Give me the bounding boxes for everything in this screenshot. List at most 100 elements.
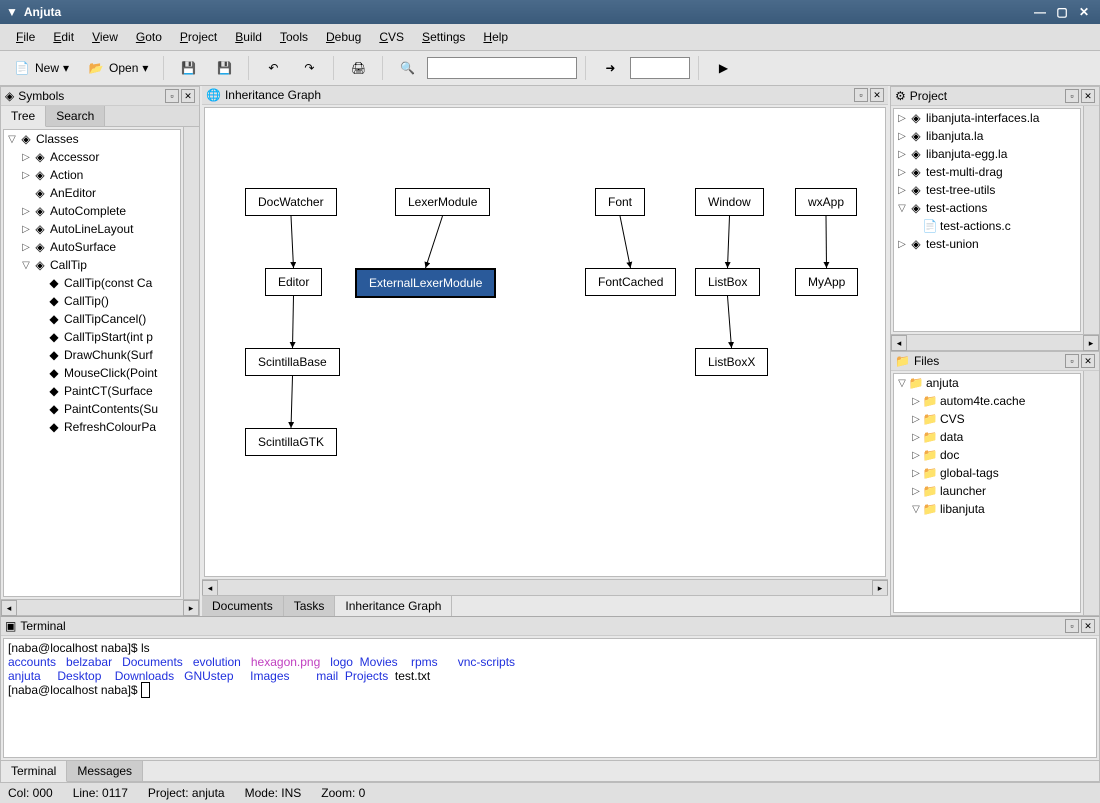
expander-icon[interactable]: ▷ xyxy=(20,242,32,253)
expander-icon[interactable]: ▷ xyxy=(910,396,922,407)
expander-icon[interactable]: ▷ xyxy=(20,224,32,235)
scrollbar-horizontal[interactable]: ◂▸ xyxy=(891,334,1099,350)
tab-tree[interactable]: Tree xyxy=(1,106,46,127)
tab-messages[interactable]: Messages xyxy=(67,761,143,781)
inheritance-graph[interactable]: DocWatcherLexerModuleFontWindowwxAppEdit… xyxy=(204,107,886,577)
tree-item[interactable]: ◆CallTip(const Ca xyxy=(4,274,180,292)
expander-icon[interactable]: ▷ xyxy=(20,170,32,181)
goto-button[interactable]: ➜ xyxy=(594,55,626,81)
tree-item[interactable]: ▽📁anjuta xyxy=(894,374,1080,392)
tree-item[interactable]: ▷◈Action xyxy=(4,166,180,184)
tree-item[interactable]: ◆RefreshColourPa xyxy=(4,418,180,436)
scroll-right-icon[interactable]: ▸ xyxy=(183,600,199,616)
tree-item[interactable]: ▷📁autom4te.cache xyxy=(894,392,1080,410)
tree-item[interactable]: ▷◈libanjuta-egg.la xyxy=(894,145,1080,163)
menu-project[interactable]: Project xyxy=(172,28,225,46)
tab-documents[interactable]: Documents xyxy=(202,596,284,616)
menu-help[interactable]: Help xyxy=(475,28,516,46)
scrollbar-vertical[interactable] xyxy=(1083,106,1099,334)
tree-item[interactable]: ▷📁doc xyxy=(894,446,1080,464)
open-button[interactable]: 📂Open▾ xyxy=(80,55,155,81)
undo-button[interactable]: ↶ xyxy=(257,55,289,81)
tree-item[interactable]: ▷◈AutoLineLayout xyxy=(4,220,180,238)
tree-item[interactable]: ▷📁launcher xyxy=(894,482,1080,500)
tree-item[interactable]: ◈AnEditor xyxy=(4,184,180,202)
menu-file[interactable]: File xyxy=(8,28,43,46)
panel-close-button[interactable]: ✕ xyxy=(181,89,195,103)
window-menu-icon[interactable]: ▼ xyxy=(6,5,18,19)
tab-tasks[interactable]: Tasks xyxy=(284,596,336,616)
tab-search[interactable]: Search xyxy=(46,106,105,126)
find-button[interactable]: 🔍 xyxy=(391,55,423,81)
scrollbar-vertical[interactable] xyxy=(183,127,199,599)
goto-input[interactable] xyxy=(630,57,690,79)
expander-icon[interactable]: ▷ xyxy=(896,239,908,250)
panel-detach-button[interactable]: ▫ xyxy=(1065,619,1079,633)
save-button[interactable]: 💾 xyxy=(172,55,204,81)
execute-button[interactable]: ▶ xyxy=(707,55,739,81)
tree-item[interactable]: ◆CallTip() xyxy=(4,292,180,310)
expander-icon[interactable]: ▽ xyxy=(20,260,32,271)
scrollbar-horizontal[interactable]: ◂▸ xyxy=(202,579,888,595)
redo-button[interactable]: ↷ xyxy=(293,55,325,81)
tree-item[interactable]: 📄test-actions.c xyxy=(894,217,1080,235)
tree-item[interactable]: ▽◈CallTip xyxy=(4,256,180,274)
expander-icon[interactable]: ▷ xyxy=(20,152,32,163)
menu-build[interactable]: Build xyxy=(227,28,270,46)
expander-icon[interactable]: ▷ xyxy=(896,185,908,196)
tree-item[interactable]: ▷◈AutoSurface xyxy=(4,238,180,256)
panel-detach-button[interactable]: ▫ xyxy=(165,89,179,103)
tree-item[interactable]: ◆PaintCT(Surface xyxy=(4,382,180,400)
tab-terminal[interactable]: Terminal xyxy=(1,761,67,782)
expander-icon[interactable]: ▷ xyxy=(20,206,32,217)
tree-item[interactable]: ▷◈Accessor xyxy=(4,148,180,166)
expander-icon[interactable]: ▷ xyxy=(910,414,922,425)
close-button[interactable]: ✕ xyxy=(1074,2,1094,22)
panel-close-button[interactable]: ✕ xyxy=(870,88,884,102)
menu-goto[interactable]: Goto xyxy=(128,28,170,46)
tree-item[interactable]: ▷◈test-union xyxy=(894,235,1080,253)
new-button[interactable]: 📄New▾ xyxy=(6,55,76,81)
tree-item[interactable]: ◆DrawChunk(Surf xyxy=(4,346,180,364)
terminal-output[interactable]: [naba@localhost naba]$ lsaccounts belzab… xyxy=(3,638,1097,758)
expander-icon[interactable]: ▽ xyxy=(896,203,908,214)
tree-item[interactable]: ◆PaintContents(Su xyxy=(4,400,180,418)
tree-item[interactable]: ▷◈libanjuta.la xyxy=(894,127,1080,145)
menu-view[interactable]: View xyxy=(84,28,126,46)
panel-close-button[interactable]: ✕ xyxy=(1081,619,1095,633)
tree-item[interactable]: ▷◈AutoComplete xyxy=(4,202,180,220)
expander-icon[interactable]: ▷ xyxy=(910,468,922,479)
menu-edit[interactable]: Edit xyxy=(45,28,82,46)
tree-item[interactable]: ◆CallTipCancel() xyxy=(4,310,180,328)
tree-item[interactable]: ▷◈test-tree-utils xyxy=(894,181,1080,199)
maximize-button[interactable]: ▢ xyxy=(1052,2,1072,22)
menu-debug[interactable]: Debug xyxy=(318,28,369,46)
expander-icon[interactable]: ▷ xyxy=(896,113,908,124)
expander-icon[interactable]: ▷ xyxy=(910,432,922,443)
menu-cvs[interactable]: CVS xyxy=(371,28,412,46)
save-all-button[interactable]: 💾 xyxy=(208,55,240,81)
expander-icon[interactable]: ▷ xyxy=(896,167,908,178)
tree-item[interactable]: ▽📁libanjuta xyxy=(894,500,1080,518)
scroll-left-icon[interactable]: ◂ xyxy=(1,600,17,616)
tree-item[interactable]: ▷📁data xyxy=(894,428,1080,446)
panel-detach-button[interactable]: ▫ xyxy=(1065,89,1079,103)
expander-icon[interactable]: ▷ xyxy=(896,149,908,160)
panel-close-button[interactable]: ✕ xyxy=(1081,89,1095,103)
panel-detach-button[interactable]: ▫ xyxy=(854,88,868,102)
tree-item[interactable]: ◆MouseClick(Point xyxy=(4,364,180,382)
expander-icon[interactable]: ▷ xyxy=(910,450,922,461)
minimize-button[interactable]: — xyxy=(1030,2,1050,22)
tree-item[interactable]: ▷◈libanjuta-interfaces.la xyxy=(894,109,1080,127)
tree-item[interactable]: ▷📁global-tags xyxy=(894,464,1080,482)
tree-item[interactable]: ▽◈test-actions xyxy=(894,199,1080,217)
panel-detach-button[interactable]: ▫ xyxy=(1065,354,1079,368)
tree-item[interactable]: ▷◈test-multi-drag xyxy=(894,163,1080,181)
search-input[interactable] xyxy=(427,57,577,79)
expander-icon[interactable]: ▽ xyxy=(910,504,922,515)
menu-tools[interactable]: Tools xyxy=(272,28,316,46)
scrollbar-horizontal[interactable]: ◂ ▸ xyxy=(1,599,199,615)
tab-inheritance-graph[interactable]: Inheritance Graph xyxy=(335,596,452,617)
expander-icon[interactable]: ▷ xyxy=(896,131,908,142)
tree-root[interactable]: ▽◈Classes xyxy=(4,130,180,148)
